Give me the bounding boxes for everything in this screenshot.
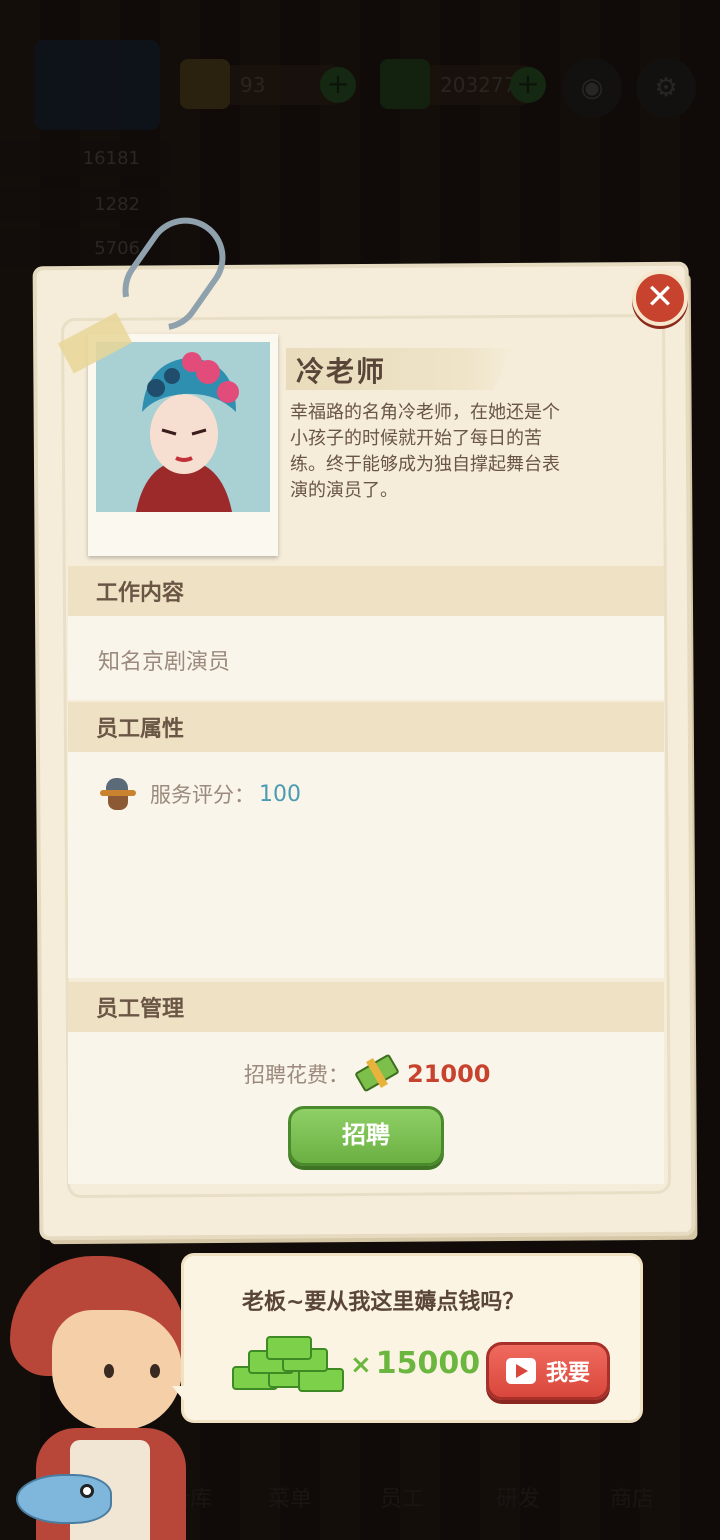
hire-cost: 招聘花费： 21000: [244, 1053, 491, 1094]
section-label: 工作内容: [96, 581, 185, 606]
cash-pile-icon: [228, 1336, 346, 1398]
advisor-message: 老板~要从我这里薅点钱吗？: [242, 1290, 525, 1315]
employee-photo-frame: [88, 334, 278, 556]
section-manage-title: 员工管理: [68, 982, 664, 1032]
employee-description: 幸福路的名角冷老师，在她还是个小孩子的时候就开始了每日的苦练。终于能够成为独自撑…: [290, 402, 560, 501]
attribute-row: 服务评分： 100: [100, 776, 301, 812]
employee-name: 冷老师: [296, 355, 387, 388]
section-label: 员工管理: [96, 997, 185, 1022]
fish-eye: [80, 1484, 94, 1498]
reward-value: 15000: [375, 1346, 481, 1381]
section-job-title: 工作内容: [68, 566, 664, 616]
hire-button[interactable]: 招聘: [288, 1106, 444, 1166]
cost-value: 21000: [407, 1060, 491, 1088]
cash-icon: [354, 1053, 401, 1094]
attribute-value: 100: [259, 781, 301, 807]
want-reward-button[interactable]: 我要: [486, 1342, 610, 1400]
employee-portrait: [96, 342, 270, 512]
attribute-label: 服务评分：: [150, 783, 255, 807]
cost-label: 招聘花费：: [244, 1063, 349, 1087]
section-attr-title: 员工属性: [68, 702, 664, 752]
want-button-label: 我要: [545, 1361, 590, 1386]
section-label: 员工属性: [96, 717, 185, 742]
bubble-tail: [172, 1386, 190, 1408]
fish-icon: [16, 1474, 112, 1524]
close-button[interactable]: ✕: [632, 270, 688, 326]
service-hat-icon: [100, 776, 138, 812]
reward-prefix: ×: [350, 1350, 372, 1380]
job-value: 知名京剧演员: [98, 650, 231, 675]
video-ad-icon: [505, 1358, 536, 1384]
reward-amount: × 15000: [350, 1346, 480, 1381]
